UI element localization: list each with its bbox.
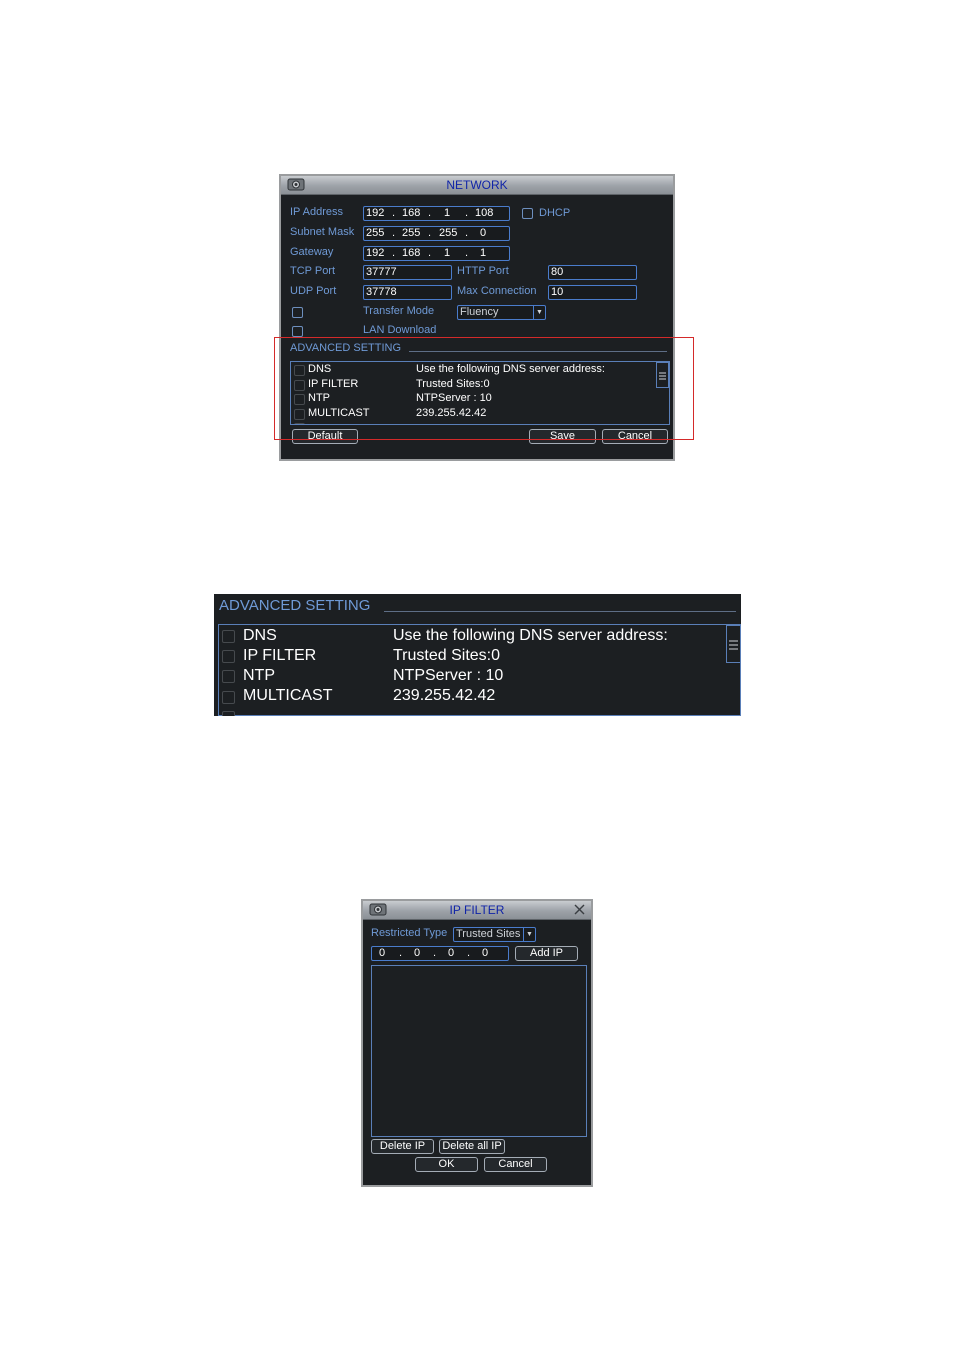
restricted-type-value: Trusted Sites <box>456 928 521 940</box>
lan-download-checkbox[interactable] <box>292 326 303 337</box>
ip-dot: . <box>428 207 432 219</box>
zoom-item-dns-value: Use the following DNS server address: <box>393 627 668 644</box>
ip-dot: . <box>465 247 469 259</box>
filter-ip-octet-4: 0 <box>482 947 489 959</box>
transfer-mode-value: Fluency <box>460 306 499 318</box>
transfer-mode-label: Transfer Mode <box>363 305 435 317</box>
ip-dot: . <box>428 227 432 239</box>
filter-ip-octet-2: 0 <box>414 947 421 959</box>
subnet-octet-1: 255 <box>366 227 385 239</box>
max-connection-field[interactable]: 10 <box>548 285 637 300</box>
subnet-octet-2: 255 <box>402 227 421 239</box>
dhcp-checkbox[interactable] <box>522 208 533 219</box>
zoom-ip-filter-checkbox[interactable] <box>222 650 235 663</box>
ip-filter-cancel-button[interactable]: Cancel <box>484 1157 547 1172</box>
filter-ip-field[interactable]: 0 . 0 . 0 . 0 <box>371 946 509 961</box>
zoom-multicast-checkbox[interactable] <box>222 691 235 704</box>
transfer-mode-select[interactable]: Fluency ▼ <box>457 305 546 320</box>
zoom-item-dns: DNS <box>243 627 277 644</box>
zoom-next-checkbox[interactable] <box>222 711 235 716</box>
udp-port-field[interactable]: 37778 <box>363 285 452 300</box>
close-icon[interactable] <box>574 904 585 915</box>
zoom-item-ntp: NTP <box>243 667 275 684</box>
gateway-label: Gateway <box>290 246 334 258</box>
gateway-field[interactable]: 192 . 168 . 1 . 1 <box>363 246 510 261</box>
udp-port-label: UDP Port <box>290 285 337 297</box>
zoom-ntp-checkbox[interactable] <box>222 670 235 683</box>
zoom-item-multicast: MULTICAST <box>243 687 333 704</box>
zoom-item-ip-filter-value: Trusted Sites:0 <box>393 647 501 664</box>
zoom-advanced-divider <box>384 611 736 612</box>
zoom-advanced-label: ADVANCED SETTING <box>219 597 371 614</box>
ip-octet-3: 1 <box>444 207 451 219</box>
scrollbar-grip-icon <box>729 640 738 650</box>
network-titlebar: NETWORK <box>281 176 673 195</box>
dropdown-arrow-icon: ▼ <box>523 928 535 941</box>
http-port-label: HTTP Port <box>457 265 509 277</box>
zoom-item-multicast-value: 239.255.42.42 <box>393 687 496 704</box>
advanced-zoom-panel: ADVANCED SETTING DNS Use the following D… <box>214 594 741 716</box>
gateway-octet-3: 1 <box>444 247 451 259</box>
zoom-scrollbar[interactable] <box>726 625 741 663</box>
zoom-dns-checkbox[interactable] <box>222 630 235 643</box>
ip-filter-window: IP FILTER Restricted Type Trusted Sites … <box>361 899 593 1187</box>
subnet-mask-field[interactable]: 255 . 255 . 255 . 0 <box>363 226 510 241</box>
ip-octet-4: 108 <box>475 207 494 219</box>
ip-dot: . <box>467 947 471 959</box>
delete-all-ip-button[interactable]: Delete all IP <box>439 1139 505 1154</box>
filter-ip-octet-1: 0 <box>379 947 386 959</box>
ip-octet-1: 192 <box>366 207 385 219</box>
ip-dot: . <box>428 247 432 259</box>
ip-dot: . <box>465 207 469 219</box>
ip-dot: . <box>392 227 396 239</box>
restricted-type-select[interactable]: Trusted Sites ▼ <box>453 927 536 942</box>
zoom-item-ip-filter: IP FILTER <box>243 647 317 664</box>
ip-address-field[interactable]: 192 . 168 . 1 . 108 <box>363 206 510 221</box>
max-connection-label: Max Connection <box>457 285 537 297</box>
subnet-mask-label: Subnet Mask <box>290 226 355 238</box>
ip-octet-2: 168 <box>402 207 421 219</box>
subnet-octet-4: 0 <box>480 227 487 239</box>
zoom-item-ntp-value: NTPServer : 10 <box>393 667 504 684</box>
add-ip-button[interactable]: Add IP <box>515 946 578 961</box>
gateway-octet-4: 1 <box>480 247 487 259</box>
restricted-type-label: Restricted Type <box>371 927 448 939</box>
ip-dot: . <box>392 207 396 219</box>
ip-dot: . <box>433 947 437 959</box>
subnet-octet-3: 255 <box>439 227 458 239</box>
network-title: NETWORK <box>446 178 508 192</box>
delete-ip-button[interactable]: Delete IP <box>371 1139 434 1154</box>
dhcp-label: DHCP <box>539 207 571 219</box>
ip-address-label: IP Address <box>290 206 343 218</box>
tcp-port-field[interactable]: 37777 <box>363 265 452 280</box>
ip-filter-list[interactable] <box>371 965 587 1137</box>
advanced-highlight-box <box>274 337 694 440</box>
ip-dot: . <box>465 227 469 239</box>
tcp-port-label: TCP Port <box>290 265 336 277</box>
dropdown-arrow-icon: ▼ <box>533 306 545 319</box>
gateway-octet-2: 168 <box>402 247 421 259</box>
ip-filter-titlebar: IP FILTER <box>363 901 591 920</box>
zoom-advanced-list[interactable]: DNS Use the following DNS server address… <box>218 624 741 716</box>
http-port-field[interactable]: 80 <box>548 265 637 280</box>
ip-dot: . <box>399 947 403 959</box>
ip-filter-title: IP FILTER <box>449 903 505 917</box>
ip-dot: . <box>392 247 396 259</box>
ok-button[interactable]: OK <box>415 1157 478 1172</box>
filter-ip-octet-3: 0 <box>448 947 455 959</box>
lan-download-label: LAN Download <box>363 324 437 336</box>
gateway-octet-1: 192 <box>366 247 385 259</box>
transfer-mode-checkbox[interactable] <box>292 307 303 318</box>
